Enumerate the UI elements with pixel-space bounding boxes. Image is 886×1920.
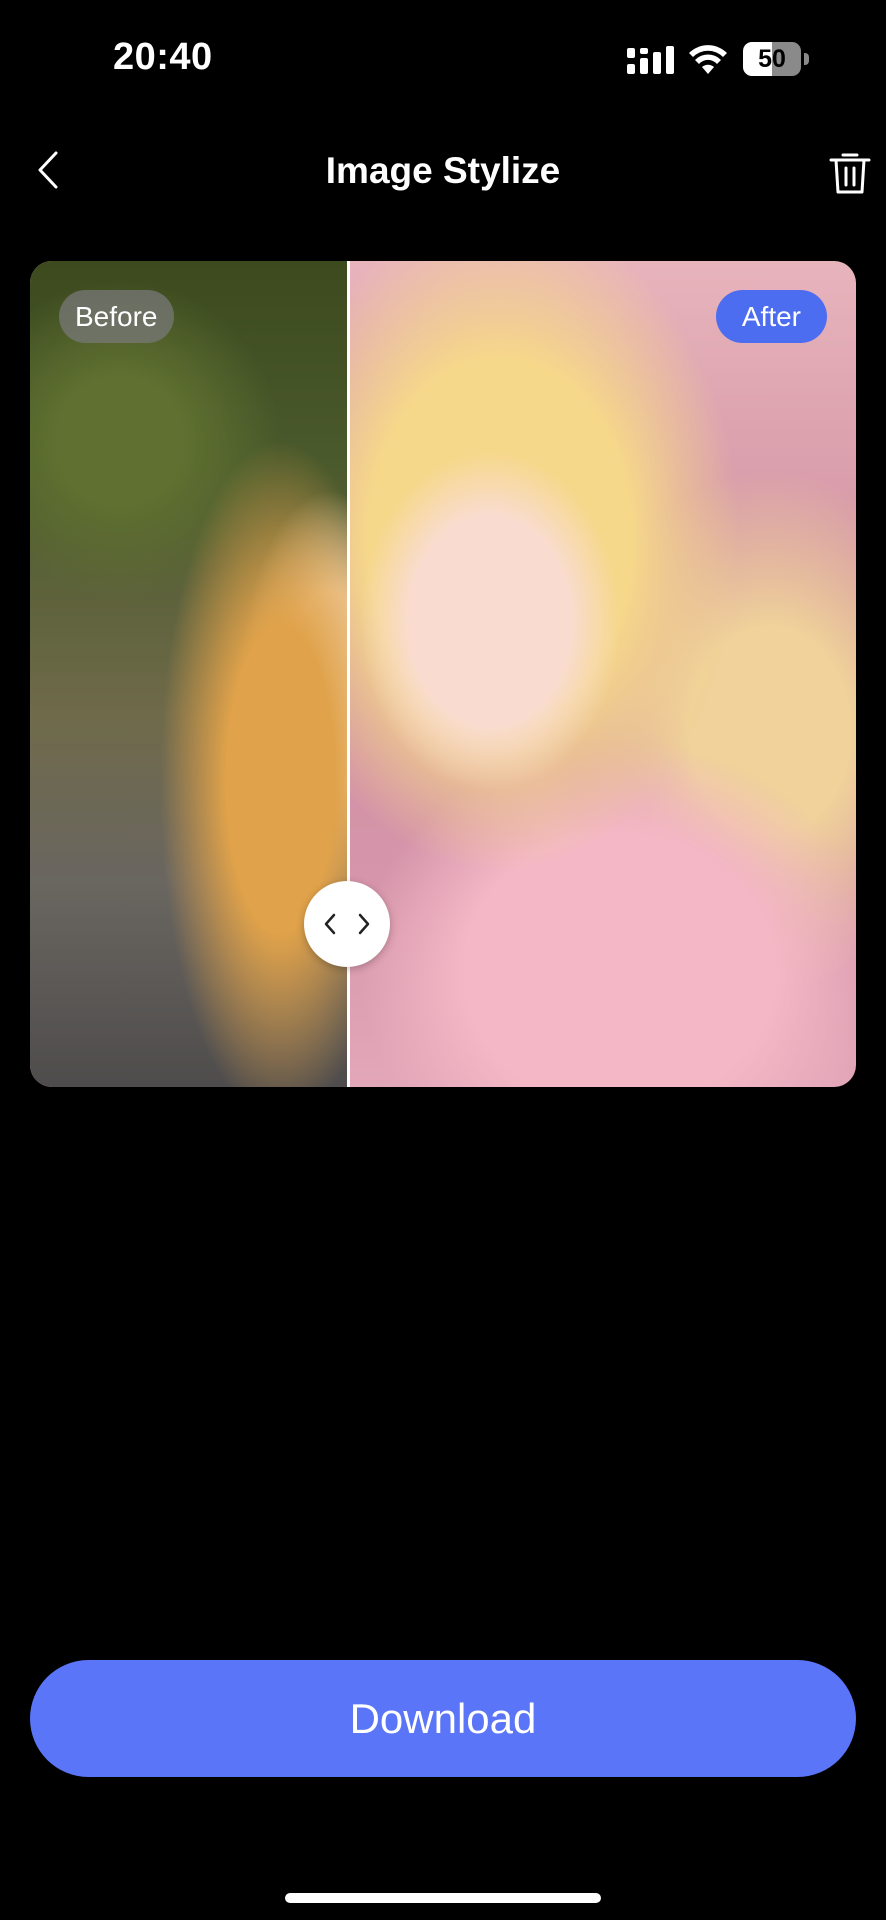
signal-icon xyxy=(627,46,674,74)
status-bar: 20:40 50 xyxy=(0,0,886,120)
before-image-clip xyxy=(30,261,348,1087)
home-indicator[interactable] xyxy=(285,1893,601,1903)
before-image xyxy=(30,261,348,1087)
before-after-compare[interactable]: Before After xyxy=(30,261,856,1087)
before-label: Before xyxy=(59,290,174,343)
wifi-icon xyxy=(689,45,727,74)
trash-icon[interactable] xyxy=(826,148,874,196)
battery-icon: 50 xyxy=(743,42,811,76)
after-label: After xyxy=(715,290,827,343)
left-right-arrows-icon xyxy=(324,913,370,935)
header: Image Stylize xyxy=(0,130,886,210)
battery-level: 50 xyxy=(758,45,786,73)
compare-drag-handle[interactable] xyxy=(304,881,390,967)
page-title: Image Stylize xyxy=(325,150,561,191)
status-time: 20:40 xyxy=(113,36,213,78)
download-button[interactable]: Download xyxy=(30,1660,856,1777)
